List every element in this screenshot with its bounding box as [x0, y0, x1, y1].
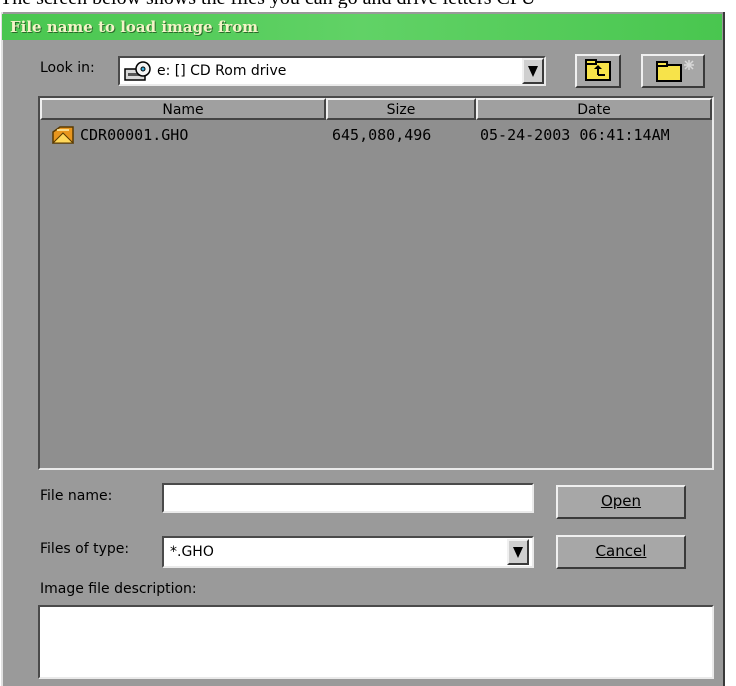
file-list[interactable]	[38, 96, 714, 470]
up-one-level-button[interactable]	[575, 54, 621, 88]
new-folder-icon	[656, 60, 694, 82]
image-description-value	[40, 607, 712, 615]
open-button-label: Open	[600, 492, 642, 510]
file-name-label: File name:	[40, 488, 113, 504]
cancel-button-label: Cancel	[595, 542, 647, 560]
column-header-date[interactable]: Date	[476, 98, 712, 120]
new-folder-button[interactable]	[641, 54, 705, 88]
dropdown-arrow-icon	[513, 547, 523, 558]
look-in-dropdown-button[interactable]	[522, 58, 544, 84]
cancel-button[interactable]: Cancel	[556, 535, 686, 569]
cd-drive-icon	[124, 61, 151, 81]
look-in-label: Look in:	[40, 60, 95, 76]
files-of-type-label: Files of type:	[40, 541, 130, 557]
dropdown-arrow-icon	[528, 66, 538, 77]
open-button[interactable]: Open	[556, 485, 686, 519]
file-size-cell: 645,080,496	[332, 126, 432, 144]
dialog-title: File name to load image from	[10, 18, 259, 36]
files-of-type-combo[interactable]	[162, 536, 534, 568]
file-name-field[interactable]	[162, 483, 534, 513]
image-description-label: Image file description:	[40, 581, 197, 597]
image-description-field[interactable]	[38, 605, 714, 679]
file-date-cell: 05-24-2003 06:41:14AM	[480, 126, 670, 144]
up-folder-icon	[585, 59, 611, 81]
look-in-label-text: Look in:	[40, 60, 95, 76]
page-top-text: The screen below shows the files you can…	[0, 0, 736, 8]
look-in-value: e: [] CD Rom drive	[157, 63, 287, 79]
files-of-type-value: *.GHO	[170, 544, 214, 560]
file-name-cell: CDR00001.GHO	[80, 126, 189, 144]
column-header-size[interactable]: Size	[326, 98, 476, 120]
column-header-name[interactable]: Name	[40, 98, 326, 120]
files-of-type-dropdown-button[interactable]	[507, 539, 529, 565]
file-icon	[52, 126, 74, 144]
